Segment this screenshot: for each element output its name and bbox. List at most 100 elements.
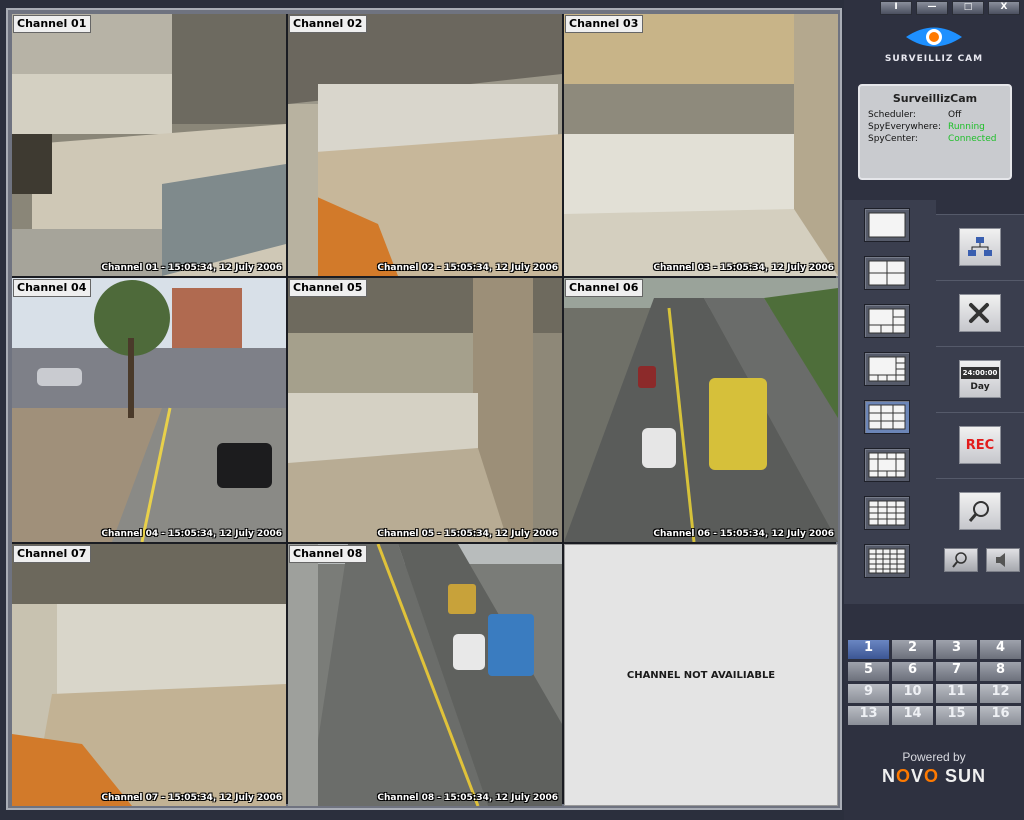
status-value: Connected: [948, 134, 997, 144]
schedule-button[interactable]: 24:00:00 Day: [959, 360, 1001, 398]
day-label: Day: [970, 381, 990, 392]
channel-select-6[interactable]: 6: [892, 662, 933, 681]
channel-01-view[interactable]: Channel 01 Channel 01 - 15:05:34, 12 Jul…: [12, 14, 286, 276]
layout-1plus7-icon: [868, 356, 906, 382]
layout-4x4-button[interactable]: [864, 496, 910, 530]
search-row: [936, 478, 1024, 543]
control-panel: I — □ X SURVEILLIZ CAM SurveillizCam Sch…: [844, 0, 1024, 820]
channel-06-view[interactable]: Channel 06 Channel 06 - 15:05:34, 12 Jul…: [564, 278, 838, 542]
channel-unavailable-text: CHANNEL NOT AVAILIABLE: [626, 669, 776, 681]
channel-select-7[interactable]: 7: [936, 662, 977, 681]
status-value: Off: [948, 110, 962, 120]
layout-3x3-icon: [868, 404, 906, 430]
network-button[interactable]: [959, 228, 1001, 266]
layout-5x5-button[interactable]: [864, 544, 910, 578]
close-button[interactable]: X: [988, 1, 1020, 15]
audio-button[interactable]: [986, 548, 1020, 572]
network-icon: [968, 237, 992, 256]
timestamp: Channel 04 - 15:05:34, 12 July 2006: [101, 529, 282, 539]
clock-display: 24:00:00: [960, 366, 1000, 379]
powered-by-label: Powered by: [902, 750, 966, 764]
channel-select-5[interactable]: 5: [848, 662, 889, 681]
channel-numpad: 1 2 3 4 5 6 7 8 9 10 11 12 13 14 15 16: [848, 640, 1021, 725]
zoom-button[interactable]: [944, 548, 978, 572]
layout-3x3-button[interactable]: [864, 400, 910, 434]
status-title: SurveillizCam: [892, 92, 978, 105]
minimize-button[interactable]: —: [916, 1, 948, 15]
channel-select-2[interactable]: 2: [892, 640, 933, 659]
channel-label: Channel 04: [13, 279, 92, 297]
status-value: Running: [948, 122, 985, 132]
timestamp: Channel 08 - 15:05:34, 12 July 2006: [377, 793, 558, 803]
logo-part: O: [895, 766, 911, 786]
powered-by: Powered by NOVO SUN: [844, 750, 1024, 787]
layout-1x1-icon: [868, 212, 906, 238]
city-road-image: [288, 544, 562, 806]
layout-2x2-button[interactable]: [864, 256, 910, 290]
channel-05-view[interactable]: Channel 05 Channel 05 - 15:05:34, 12 Jul…: [288, 278, 562, 542]
layout-1plus12-icon: [868, 452, 906, 478]
channel-label: Channel 03: [565, 15, 644, 33]
channel-select-16[interactable]: 16: [980, 706, 1021, 725]
brand-logo: SURVEILLIZ CAM: [844, 20, 1024, 76]
magnifier-icon: [968, 501, 989, 522]
channel-select-13[interactable]: 13: [848, 706, 889, 725]
tools-icon: [969, 303, 989, 323]
schedule-row: 24:00:00 Day: [936, 346, 1024, 411]
timestamp: Channel 05 - 15:05:34, 12 July 2006: [377, 529, 558, 539]
speaker-icon: [996, 553, 1005, 567]
status-row-scheduler: Scheduler: Off: [868, 109, 1002, 121]
channel-label: Channel 05: [289, 279, 368, 297]
channel-select-8[interactable]: 8: [980, 662, 1021, 681]
record-row: REC: [936, 412, 1024, 477]
channel-select-4[interactable]: 4: [980, 640, 1021, 659]
channel-select-1[interactable]: 1: [848, 640, 889, 659]
layout-4x4-icon: [868, 500, 906, 526]
timestamp: Channel 03 - 15:05:34, 12 July 2006: [653, 263, 834, 273]
tools-panel: 24:00:00 Day REC: [936, 214, 1024, 604]
channel-08-view[interactable]: Channel 08 Channel 08 - 15:05:34, 12 Jul…: [288, 544, 562, 806]
layout-1plus12-button[interactable]: [864, 448, 910, 482]
channel-select-9[interactable]: 9: [848, 684, 889, 703]
info-button[interactable]: I: [880, 1, 912, 15]
timestamp: Channel 02 - 15:05:34, 12 July 2006: [377, 263, 558, 273]
channel-02-view[interactable]: Channel 02 Channel 02 - 15:05:34, 12 Jul…: [288, 14, 562, 276]
highway-image: [564, 278, 838, 542]
channel-select-12[interactable]: 12: [980, 684, 1021, 703]
brand-name: SURVEILLIZ CAM: [884, 54, 984, 64]
channel-03-view[interactable]: Channel 03 Channel 03 - 15:05:34, 12 Jul…: [564, 14, 838, 276]
settings-row: [936, 280, 1024, 345]
mini-controls: [944, 548, 1020, 572]
status-key: SpyEverywhere:: [868, 122, 942, 132]
logo-part: V: [910, 766, 924, 786]
mall-shops-image: [288, 14, 562, 276]
channel-select-10[interactable]: 10: [892, 684, 933, 703]
logo-part: O: [924, 766, 940, 786]
layout-1plus5-icon: [868, 308, 906, 334]
channel-07-view[interactable]: Channel 07 Channel 07 - 15:05:34, 12 Jul…: [12, 544, 286, 806]
layout-1x1-button[interactable]: [864, 208, 910, 242]
settings-button[interactable]: [959, 294, 1001, 332]
status-key: SpyCenter:: [868, 134, 918, 144]
mall-corridor-image: [288, 278, 562, 542]
eye-logo-icon: [906, 27, 962, 47]
layout-1plus7-button[interactable]: [864, 352, 910, 386]
novosun-logo: NOVO SUN: [844, 766, 1024, 787]
channel-select-15[interactable]: 15: [936, 706, 977, 725]
channel-select-14[interactable]: 14: [892, 706, 933, 725]
record-button[interactable]: REC: [959, 426, 1001, 464]
timestamp: Channel 07 - 15:05:34, 12 July 2006: [101, 793, 282, 803]
layout-selector: [844, 200, 936, 604]
status-row-spycenter: SpyCenter: Connected: [868, 133, 1002, 145]
channel-09-empty: CHANNEL NOT AVAILIABLE: [564, 544, 838, 806]
status-key: Scheduler:: [868, 110, 916, 120]
channel-select-3[interactable]: 3: [936, 640, 977, 659]
street-image: [12, 278, 286, 542]
channel-04-view[interactable]: Channel 04 Channel 04 - 15:05:34, 12 Jul…: [12, 278, 286, 542]
maximize-button[interactable]: □: [952, 1, 984, 15]
search-button[interactable]: [959, 492, 1001, 530]
channel-select-11[interactable]: 11: [936, 684, 977, 703]
mall-lobby-image: [564, 14, 838, 276]
layout-1plus5-button[interactable]: [864, 304, 910, 338]
channel-label: Channel 08: [289, 545, 368, 563]
